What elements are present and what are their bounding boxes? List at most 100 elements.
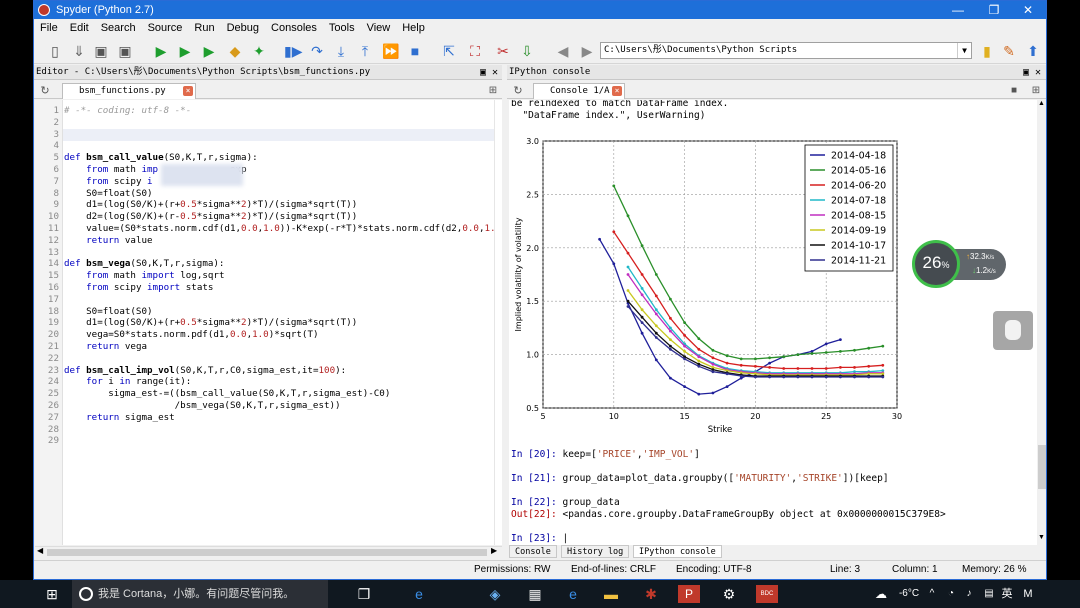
floating-action-button[interactable] [993, 311, 1033, 350]
volume-icon[interactable]: ♪ [962, 585, 976, 603]
stop-debug-icon[interactable]: ■ [406, 42, 424, 60]
line-number: 25 [47, 388, 59, 400]
options-icon[interactable]: ⊞ [484, 82, 502, 100]
maximize-pane-icon[interactable]: ⇱ [440, 42, 458, 60]
cortana-search-box[interactable]: 我是 Cortana，小娜。有问题尽管问我。 [72, 580, 328, 608]
menu-file[interactable]: File [34, 19, 64, 37]
tab-console-1a[interactable]: Console 1/A × [533, 83, 625, 99]
close-tab-icon[interactable]: × [183, 86, 193, 96]
scroll-up-icon[interactable]: ▲ [1038, 100, 1045, 107]
tab-label: bsm_functions.py [79, 86, 166, 96]
close-button[interactable]: ✕ [1010, 1, 1046, 19]
menu-view[interactable]: View [361, 19, 397, 37]
editor-pane-title-text: Editor - C:\Users\彤\Documents\Python Scr… [36, 67, 371, 77]
set-directory-icon[interactable]: ✎ [1000, 42, 1018, 60]
menu-edit[interactable]: Edit [64, 19, 95, 37]
back-icon[interactable]: ◀ [554, 42, 572, 60]
notifications-icon[interactable]: ▤ [982, 585, 996, 603]
options-icon[interactable]: ⊞ [1027, 82, 1045, 100]
edge-browser-icon[interactable]: e [408, 585, 430, 603]
console-scrollbar[interactable]: ▲ ▼ [1037, 100, 1046, 545]
undock-icon[interactable]: ▣ [480, 65, 486, 80]
windows-start-icon[interactable]: ⊞ [42, 585, 62, 603]
open-file-icon[interactable]: ⇓ [70, 42, 88, 60]
undock-icon[interactable]: ▣ [1023, 65, 1029, 80]
remote-desktop-icon[interactable]: ◈ [484, 585, 506, 603]
network-icon[interactable]: ◔ [944, 585, 958, 603]
menu-debug[interactable]: Debug [221, 19, 265, 37]
input-mode[interactable]: M [1020, 585, 1036, 603]
run-cell-advance-icon[interactable]: ▶ [200, 42, 218, 60]
close-pane-icon[interactable]: ✕ [1035, 65, 1041, 80]
close-tab-icon[interactable]: × [612, 86, 622, 96]
menu-run[interactable]: Run [188, 19, 220, 37]
input-language[interactable]: 英 [1000, 585, 1014, 603]
preferences-icon[interactable]: ✂ [494, 42, 512, 60]
bdc-app-icon[interactable]: BDC [756, 585, 778, 603]
fullscreen-icon[interactable]: ⛶ [466, 42, 484, 60]
scroll-left-icon[interactable]: ◀ [37, 546, 43, 555]
console-input-line[interactable]: In [23]: | [511, 533, 568, 544]
browse-tabs-icon[interactable]: ↻ [509, 82, 527, 100]
run-icon[interactable]: ▶ [152, 42, 170, 60]
python-path-icon[interactable]: ⇩ [518, 42, 536, 60]
spyder-taskbar-icon[interactable]: ✱ [640, 585, 662, 603]
tab-bsm-functions[interactable]: bsm_functions.py × [62, 83, 196, 99]
task-view-icon[interactable]: ❐ [354, 585, 374, 603]
step-into-icon[interactable]: ⤓ [332, 42, 350, 60]
powerpoint-icon[interactable]: P [678, 585, 700, 603]
scroll-right-icon[interactable]: ▶ [491, 546, 497, 555]
spyder-window: Spyder (Python 2.7) — ❐ ✕ File Edit Search… [33, 0, 1047, 580]
chevron-down-icon[interactable]: ▼ [957, 43, 971, 58]
debug-icon[interactable]: ▮▶ [284, 42, 302, 60]
interrupt-kernel-icon[interactable]: ■ [1005, 82, 1023, 100]
continue-icon[interactable]: ⏩ [382, 42, 400, 60]
code-line: return value [86, 234, 153, 246]
scroll-thumb[interactable] [1038, 445, 1046, 489]
forward-icon[interactable]: ▶ [578, 42, 596, 60]
tab-history-log[interactable]: History log [561, 545, 630, 558]
scroll-down-icon[interactable]: ▼ [1038, 534, 1045, 541]
data-point [626, 214, 630, 218]
menu-tools[interactable]: Tools [323, 19, 361, 37]
step-icon[interactable]: ↷ [308, 42, 326, 60]
save-all-icon[interactable]: ▣ [116, 42, 134, 60]
internet-explorer-icon[interactable]: e [562, 585, 584, 603]
browse-folder-icon[interactable]: ▮ [978, 42, 996, 60]
minimize-button[interactable]: — [940, 1, 976, 19]
menu-consoles[interactable]: Consoles [265, 19, 323, 37]
settings-gear-icon[interactable]: ⚙ [718, 585, 740, 603]
editor-horizontal-scrollbar[interactable]: ◀ ▶ [35, 546, 502, 557]
run-selection-icon[interactable]: ◆ [226, 42, 244, 60]
file-explorer-icon[interactable]: ▬ [600, 585, 622, 603]
restore-button[interactable]: ❐ [976, 1, 1012, 19]
menu-search[interactable]: Search [95, 19, 142, 37]
new-file-icon[interactable]: ▯ [46, 42, 64, 60]
tray-expand-icon[interactable]: ^ [926, 585, 938, 603]
code-line: /bsm_vega(S0,K,T,r,sigma_est)) [64, 400, 341, 411]
rerun-icon[interactable]: ✦ [250, 42, 268, 60]
data-point [839, 375, 842, 379]
weather-icon[interactable]: ☁ [872, 585, 890, 603]
code-editor[interactable]: 1 # -*- coding: utf-8 -*- 2 3 4 5 def bsm_call… [35, 100, 494, 545]
code-line: d1=(log(S0/K)+(r+0.5*sigma**2)*T)/(sigma… [64, 317, 358, 329]
menu-source[interactable]: Source [142, 19, 189, 37]
data-point [640, 308, 644, 312]
menu-help[interactable]: Help [396, 19, 431, 37]
tab-console[interactable]: Console [509, 545, 557, 558]
run-cell-icon[interactable]: ▶ [176, 42, 194, 60]
editor-scrollbar[interactable] [494, 100, 502, 545]
network-speed-widget[interactable]: ↑32.3K/s ↓1.2K/s 26% [912, 240, 1006, 288]
parent-directory-icon[interactable]: ⬆ [1024, 42, 1042, 60]
scroll-thumb[interactable] [47, 549, 487, 556]
save-icon[interactable]: ▣ [92, 42, 110, 60]
working-directory-input[interactable]: C:\Users\彤\Documents\Python Scripts ▼ [600, 42, 972, 59]
tab-ipython-console[interactable]: IPython console [633, 545, 722, 558]
browse-tabs-icon[interactable]: ↻ [36, 82, 54, 100]
close-pane-icon[interactable]: ✕ [492, 65, 498, 80]
ipython-console[interactable]: be reindexed to match DataFrame index. "… [509, 100, 1037, 545]
data-point [683, 344, 686, 348]
store-icon[interactable]: ▦ [524, 585, 546, 603]
step-return-icon[interactable]: ⤒ [356, 42, 374, 60]
data-point [711, 391, 715, 395]
